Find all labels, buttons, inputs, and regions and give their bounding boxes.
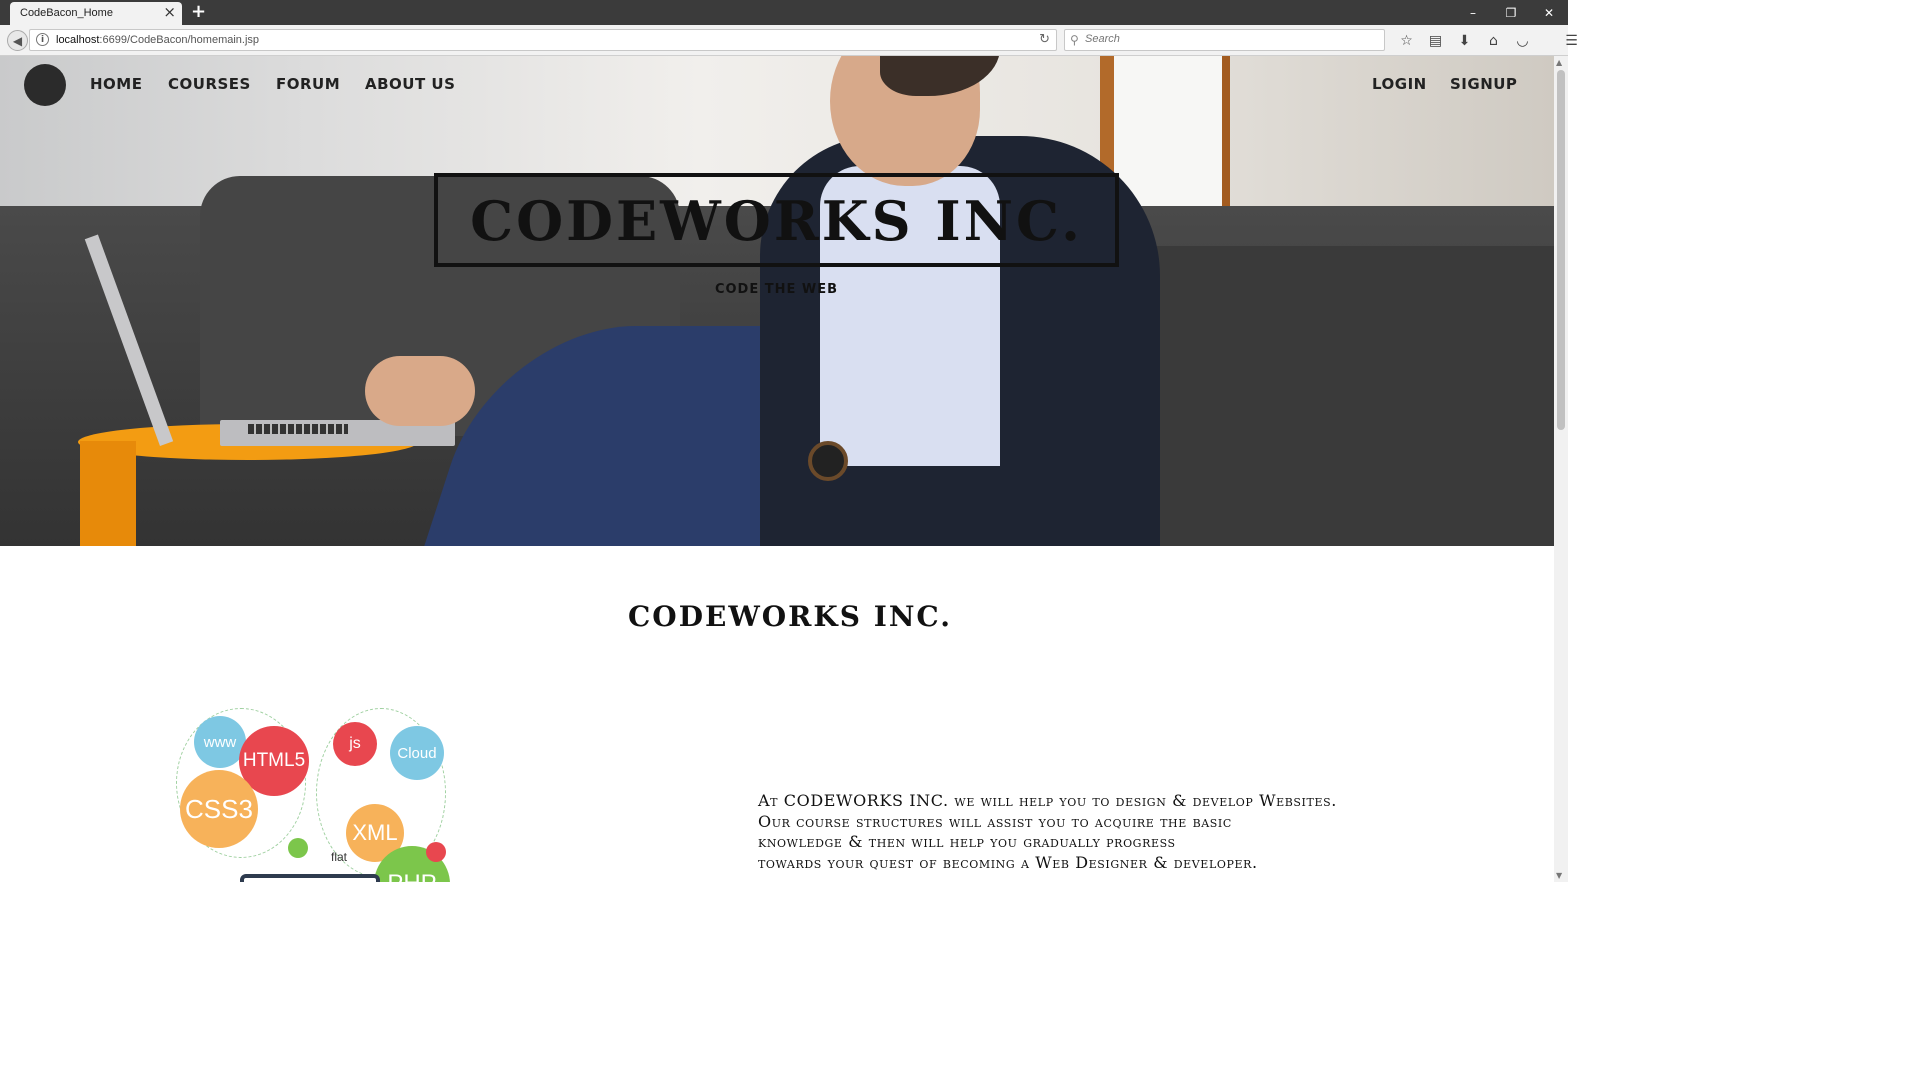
about-line: knowledge & then will help you gradually… bbox=[758, 832, 1176, 851]
hero-tagline: CODE THE WEB bbox=[714, 282, 839, 297]
scroll-up-icon[interactable]: ▲ bbox=[1556, 58, 1562, 67]
about-line: towards your quest of becoming a Web Des… bbox=[758, 852, 1258, 872]
nav-forum[interactable]: FORUM bbox=[276, 75, 340, 93]
hero-image: HOME COURSES FORUM ABOUT US LOGIN SIGNUP… bbox=[0, 56, 1554, 546]
section-title: CODEWORKS INC. bbox=[628, 600, 952, 633]
hero-bg-hand bbox=[365, 356, 475, 426]
hero-title: CODEWORKS INC. bbox=[470, 189, 1083, 253]
nav-login[interactable]: LOGIN bbox=[1372, 75, 1427, 93]
minimize-icon[interactable]: – bbox=[1454, 0, 1492, 25]
illustration-flat-label: flat bbox=[331, 850, 348, 864]
bubble-js: js bbox=[333, 722, 377, 766]
bubble-css3: CSS3 bbox=[180, 770, 258, 848]
monitor-icon bbox=[240, 874, 380, 882]
hero-title-box: CODEWORKS INC. bbox=[434, 173, 1119, 267]
scroll-down-icon[interactable]: ▼ bbox=[1556, 871, 1562, 880]
tech-illustration: www HTML5 js Cloud CSS3 XML PHP flat hea… bbox=[176, 708, 456, 882]
url-text: localhost:6699/CodeBacon/homemain.jsp bbox=[56, 34, 259, 46]
reading-list-icon[interactable]: ▤ bbox=[1421, 30, 1450, 51]
hero-bg-table-leg bbox=[80, 441, 136, 546]
window-close-icon[interactable]: ✕ bbox=[1530, 0, 1568, 25]
close-tab-icon[interactable]: × bbox=[163, 5, 176, 20]
browser-tab[interactable]: CodeBacon_Home × bbox=[10, 2, 182, 25]
home-icon[interactable]: ⌂ bbox=[1479, 30, 1508, 51]
search-input[interactable] bbox=[1085, 33, 1375, 45]
hero-bg-cushion-right bbox=[1100, 246, 1554, 546]
bubble-cloud: Cloud bbox=[390, 726, 444, 780]
search-icon: ⚲ bbox=[1070, 33, 1079, 47]
bookmark-star-icon[interactable]: ☆ bbox=[1392, 30, 1421, 51]
about-line: At CODEWORKS INC. we will help you to de… bbox=[758, 791, 1337, 810]
window-controls: – ❐ ✕ bbox=[1454, 0, 1568, 25]
browser-toolbar: ☆ ▤ ⬇ ⌂ ◡ ☰ bbox=[1392, 30, 1586, 51]
decor-dot bbox=[288, 838, 308, 858]
hero-bg-keyboard bbox=[248, 424, 348, 434]
new-tab-icon[interactable]: + bbox=[191, 2, 206, 22]
hero-bg-watch bbox=[808, 441, 848, 481]
search-bar[interactable]: ⚲ bbox=[1064, 29, 1385, 51]
about-line: Our course structures will assist you to… bbox=[758, 811, 1232, 831]
decor-dot bbox=[426, 842, 446, 862]
download-icon[interactable]: ⬇ bbox=[1450, 30, 1479, 51]
restore-icon[interactable]: ❐ bbox=[1492, 0, 1530, 25]
tab-title: CodeBacon_Home bbox=[20, 7, 113, 19]
page-scrollbar[interactable]: ▲ ▼ bbox=[1554, 56, 1568, 882]
back-arrow-icon[interactable]: ◀ bbox=[7, 30, 28, 51]
url-path: :6699/CodeBacon/homemain.jsp bbox=[99, 34, 260, 46]
pocket-icon[interactable]: ◡ bbox=[1508, 30, 1537, 51]
browser-titlebar: CodeBacon_Home × + – ❐ ✕ bbox=[0, 0, 1568, 25]
nav-signup[interactable]: SIGNUP bbox=[1450, 75, 1517, 93]
nav-about-us[interactable]: ABOUT US bbox=[365, 75, 455, 93]
nav-courses[interactable]: COURSES bbox=[168, 75, 251, 93]
site-logo[interactable] bbox=[24, 64, 66, 106]
site-info-icon[interactable]: i bbox=[36, 33, 49, 46]
about-paragraph: At CODEWORKS INC. we will help you to de… bbox=[758, 791, 1478, 873]
hero-bg-hair bbox=[880, 56, 1000, 96]
browser-navbar: ◀ i localhost:6699/CodeBacon/homemain.js… bbox=[0, 25, 1578, 56]
page-viewport: HOME COURSES FORUM ABOUT US LOGIN SIGNUP… bbox=[0, 56, 1554, 882]
scrollbar-thumb[interactable] bbox=[1557, 70, 1565, 430]
nav-home[interactable]: HOME bbox=[90, 75, 142, 93]
address-bar[interactable]: i localhost:6699/CodeBacon/homemain.jsp … bbox=[29, 29, 1057, 51]
menu-icon[interactable]: ☰ bbox=[1557, 30, 1586, 51]
reload-icon[interactable]: ↻ bbox=[1039, 32, 1050, 47]
url-host: localhost bbox=[56, 34, 100, 46]
